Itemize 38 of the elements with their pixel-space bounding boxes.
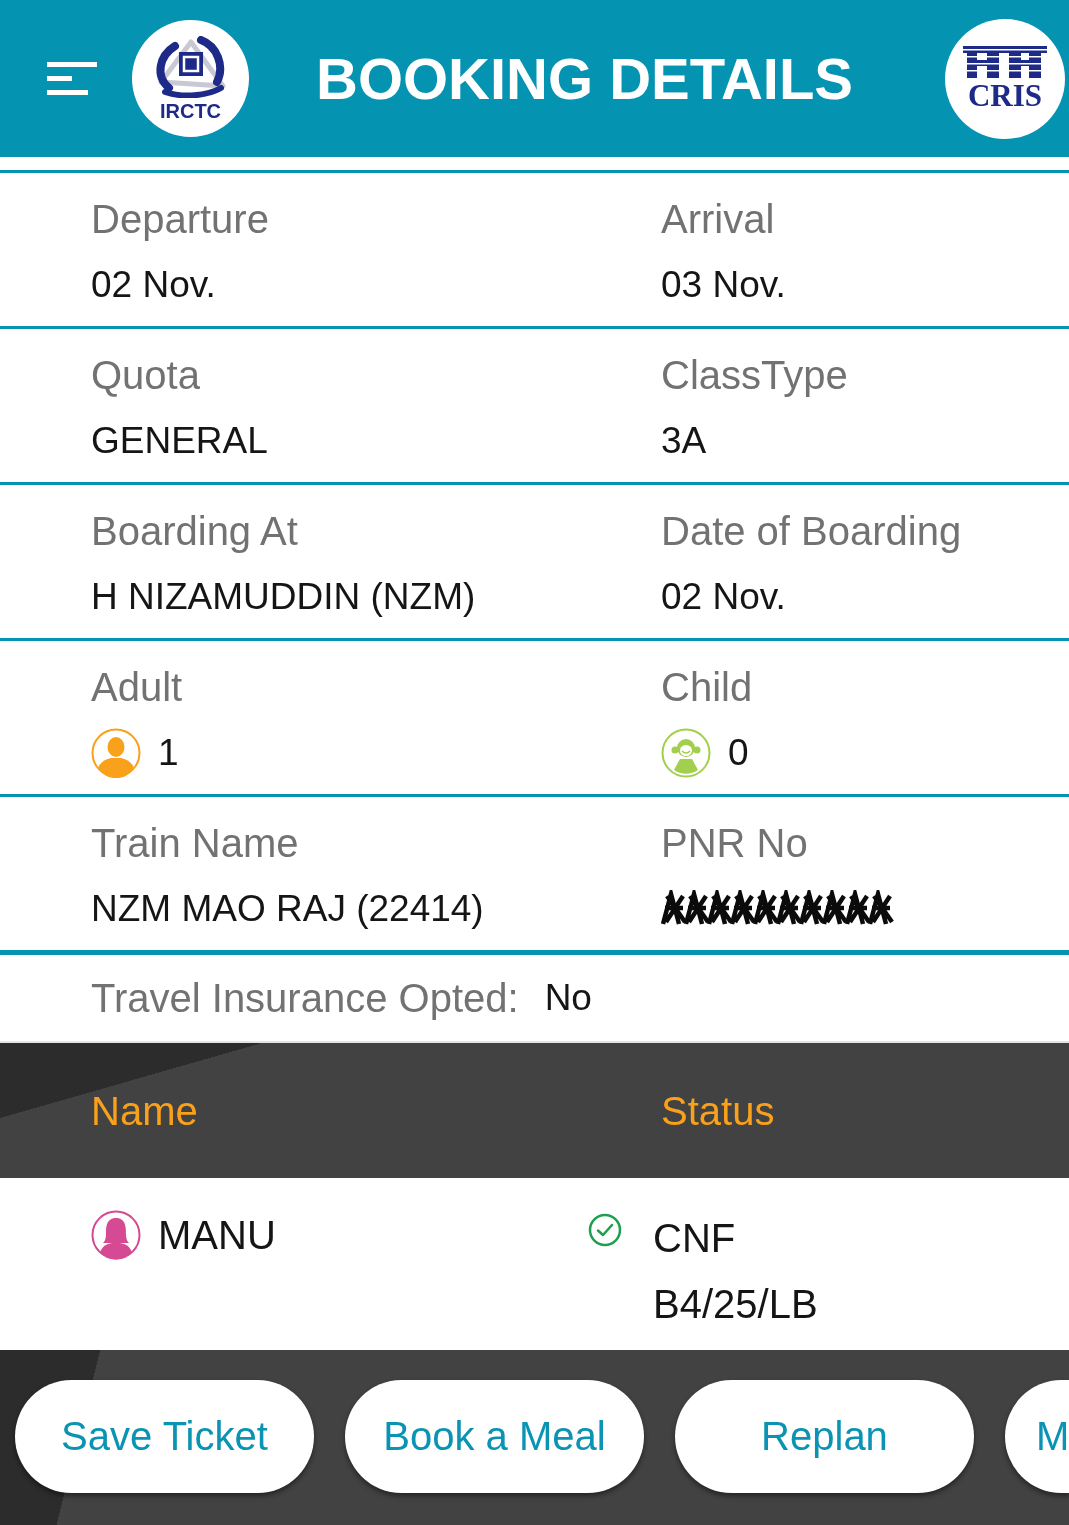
field-value: No: [544, 976, 592, 1020]
field-label: ClassType: [661, 352, 848, 399]
column-header: Status: [661, 1087, 775, 1135]
field-value: 02 Nov.: [661, 575, 786, 619]
passenger-name: MANU: [158, 1212, 276, 1259]
field-value: GENERAL: [91, 419, 268, 463]
person-icon: [91, 728, 141, 778]
field-label: Date of Boarding: [661, 508, 962, 555]
woman-icon: [91, 1210, 141, 1260]
logo-text: IRCTC: [159, 101, 222, 121]
field-value: 03 Nov.: [661, 263, 786, 307]
field-label: Departure: [91, 196, 269, 243]
logo-text: CRIS: [967, 80, 1043, 111]
berth-number: B4/25/LB: [653, 1281, 818, 1328]
field-label: Travel Insurance Opted:: [91, 975, 519, 1022]
booking-status: CNF: [653, 1215, 737, 1262]
action-button[interactable]: M: [1005, 1380, 1069, 1493]
field-label: Adult: [91, 664, 183, 711]
striped-logo-icon: [963, 46, 1047, 78]
action-button[interactable]: Book a Meal: [345, 1380, 644, 1493]
field-value: H NIZAMUDDIN (NZM): [91, 575, 476, 619]
field-label: Quota: [91, 352, 200, 399]
page-title: BOOKING DETAILS: [316, 49, 854, 108]
field-value: NZM MAO RAJ (22414): [91, 887, 484, 931]
field-label: Boarding At: [91, 508, 298, 555]
action-button[interactable]: Save Ticket: [15, 1380, 314, 1493]
field-label: Arrival: [661, 196, 775, 243]
field-value: 3A: [661, 419, 707, 463]
field-label: Child: [661, 664, 753, 711]
field-value: 1: [158, 731, 179, 775]
field-value: 0: [728, 731, 749, 775]
menu-icon[interactable]: [47, 62, 97, 95]
action-button[interactable]: Replan: [675, 1380, 974, 1493]
field-value: 02 Nov.: [91, 263, 216, 307]
field-label: Train Name: [91, 820, 299, 867]
field-label: PNR No: [661, 820, 808, 867]
girl-icon: [661, 728, 711, 778]
column-header: Name: [91, 1087, 198, 1135]
